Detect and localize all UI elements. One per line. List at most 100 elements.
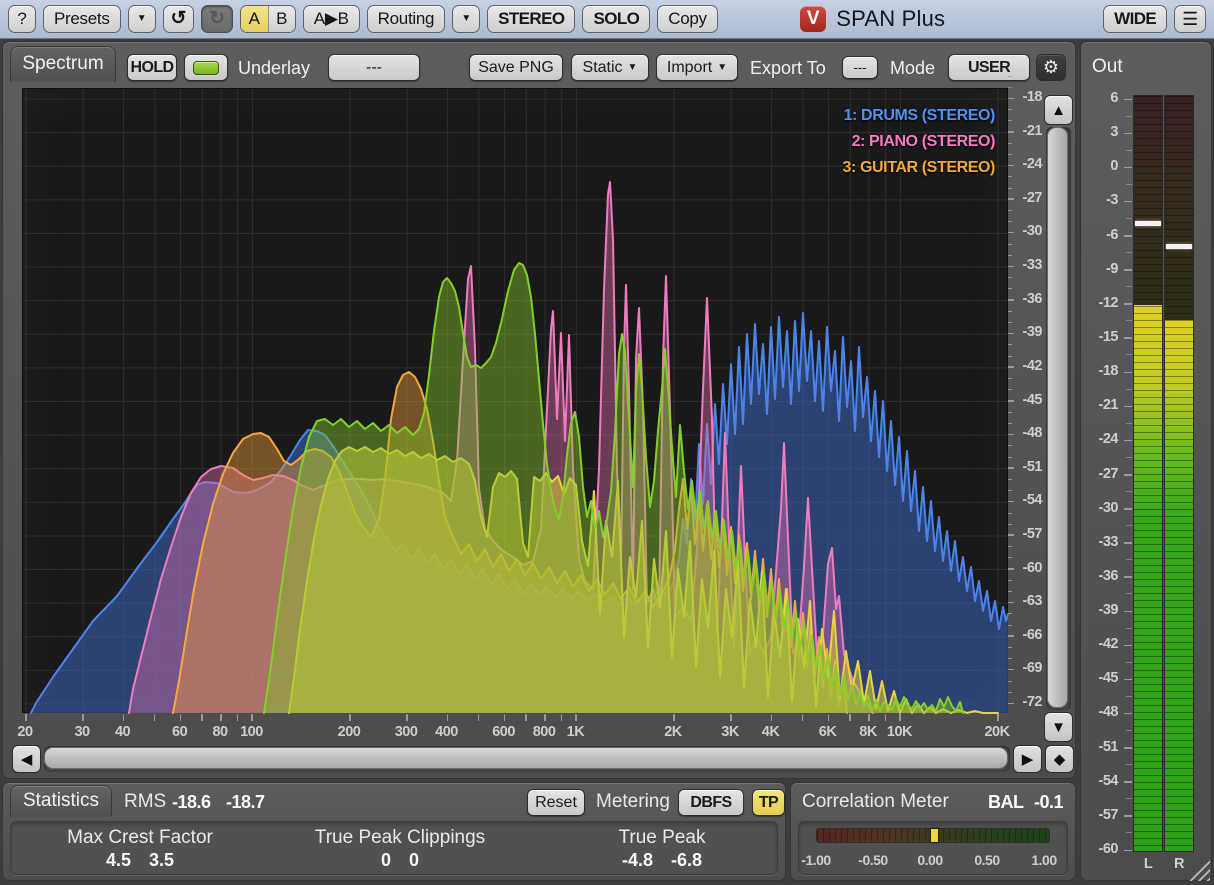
- underlay-value-button[interactable]: ---: [328, 54, 420, 81]
- routing-dropdown-icon[interactable]: ▼: [452, 5, 480, 33]
- meter-minor-tick: [1126, 457, 1132, 458]
- meter-tick: [1124, 850, 1132, 852]
- save-png-button[interactable]: Save PNG: [469, 54, 563, 81]
- db-tick: [1008, 568, 1014, 570]
- db-tick: [1008, 602, 1014, 604]
- tab-spectrum[interactable]: Spectrum: [10, 46, 116, 82]
- meter-right-label: R: [1164, 856, 1194, 872]
- dbfs-button[interactable]: DBFS: [678, 789, 744, 816]
- mode-value-button[interactable]: USER: [948, 54, 1030, 81]
- db-scale: -18-21-24-27-30-33-36-39-42-45-48-51-54-…: [1008, 88, 1044, 714]
- freq-label: 30: [62, 724, 102, 740]
- meter-tick: [1124, 99, 1132, 101]
- vertical-scroll-thumb[interactable]: [1047, 127, 1068, 708]
- menu-icon[interactable]: ☰: [1174, 5, 1206, 33]
- gear-icon[interactable]: ⚙: [1036, 54, 1066, 81]
- db-minor-tick: [1008, 524, 1012, 525]
- rms-label: RMS: [124, 791, 166, 813]
- freq-label: 400: [427, 724, 467, 740]
- meter-segments: [1134, 96, 1162, 851]
- underlay-led-icon: [193, 61, 219, 75]
- freq-label: 6K: [808, 724, 848, 740]
- freq-tick: [802, 714, 804, 721]
- meter-tick: [1124, 235, 1132, 237]
- db-label: -36: [1016, 291, 1042, 307]
- spectrum-plot[interactable]: 1: DRUMS (STEREO)2: PIANO (STEREO)3: GUI…: [22, 88, 1008, 713]
- freq-tick: [730, 714, 732, 721]
- wide-button[interactable]: WIDE: [1103, 5, 1167, 33]
- tab-statistics[interactable]: Statistics: [10, 785, 112, 817]
- scroll-up-button[interactable]: ▲: [1044, 95, 1073, 125]
- db-label: -42: [1016, 358, 1042, 374]
- meter-tick: [1124, 611, 1132, 613]
- zoom-reset-button[interactable]: ◆: [1045, 745, 1074, 773]
- copy-button[interactable]: Copy: [657, 5, 718, 33]
- a-to-b-button[interactable]: A▶B: [303, 5, 360, 33]
- tp-button[interactable]: TP: [752, 789, 785, 816]
- freq-label: 100: [231, 724, 271, 740]
- db-minor-tick: [1008, 244, 1012, 245]
- scroll-down-button[interactable]: ▼: [1044, 712, 1073, 742]
- presets-dropdown-icon[interactable]: ▼: [128, 5, 156, 33]
- db-minor-tick: [1008, 389, 1012, 390]
- scroll-right-button[interactable]: ▶: [1013, 745, 1042, 773]
- meter-minor-tick: [1126, 184, 1132, 185]
- rms-value-right: -18.7: [226, 792, 265, 813]
- meter-tick: [1124, 269, 1132, 271]
- correlation-scale-label: -1.00: [792, 852, 840, 868]
- presets-button[interactable]: Presets: [43, 5, 121, 33]
- metering-label: Metering: [596, 791, 670, 813]
- underlay-led-button[interactable]: [184, 54, 228, 81]
- freq-label: 4K: [751, 724, 791, 740]
- stereo-button[interactable]: STEREO: [487, 5, 575, 33]
- help-button[interactable]: ?: [8, 5, 36, 33]
- freq-label: 300: [386, 724, 426, 740]
- horizontal-scroll-thumb[interactable]: [44, 747, 1008, 769]
- meter-minor-tick: [1126, 764, 1132, 765]
- solo-button[interactable]: SOLO: [582, 5, 650, 33]
- tab-out[interactable]: Out: [1092, 56, 1123, 78]
- stat-values-2: -4.8-6.8: [532, 850, 792, 871]
- frequency-axis: 20304060801002003004006008001K2K3K4K6K8K…: [0, 713, 1040, 743]
- scroll-left-button[interactable]: ◀: [12, 745, 41, 773]
- meter-minor-tick: [1126, 696, 1132, 697]
- out-meter-bar-right: [1164, 95, 1194, 852]
- meter-scale-label: -30: [1080, 500, 1118, 516]
- db-minor-tick: [1008, 154, 1012, 155]
- out-meter-scale: 630-3-6-9-12-15-18-21-24-27-30-33-36-39-…: [1080, 88, 1134, 868]
- hold-button[interactable]: HOLD: [127, 54, 177, 81]
- import-label: Import: [667, 59, 712, 77]
- meter-tick: [1124, 167, 1132, 169]
- db-minor-tick: [1008, 356, 1012, 357]
- rms-value-left: -18.6: [172, 792, 211, 813]
- meter-minor-tick: [1126, 423, 1132, 424]
- db-tick: [1008, 98, 1014, 100]
- correlation-scale: -1.00-0.500.000.501.00: [798, 850, 1068, 872]
- db-label: -45: [1016, 392, 1042, 408]
- mode-label: Mode: [890, 58, 935, 79]
- ab-a-button[interactable]: A: [241, 6, 268, 32]
- underlay-label: Underlay: [238, 58, 310, 79]
- db-minor-tick: [1008, 188, 1012, 189]
- stat-values-0: 4.53.5: [10, 850, 270, 871]
- freq-tick: [544, 714, 546, 721]
- static-dropdown[interactable]: Static ▼: [571, 54, 649, 81]
- meter-minor-tick: [1126, 320, 1132, 321]
- meter-scale-label: -51: [1080, 739, 1118, 755]
- freq-label: 20K: [977, 724, 1017, 740]
- undo-icon[interactable]: ↺: [163, 5, 195, 33]
- import-dropdown[interactable]: Import ▼: [656, 54, 738, 81]
- redo-icon[interactable]: ↻: [201, 5, 233, 33]
- meter-tick: [1124, 679, 1132, 681]
- freq-tick: [406, 714, 408, 721]
- horizontal-scrollbar[interactable]: [44, 746, 1010, 772]
- meter-tick: [1124, 508, 1132, 510]
- routing-button[interactable]: Routing: [367, 5, 446, 33]
- meter-tick: [1124, 542, 1132, 544]
- freq-label: 2K: [653, 724, 693, 740]
- reset-button[interactable]: Reset: [527, 789, 585, 816]
- vertical-scrollbar[interactable]: [1046, 127, 1071, 710]
- db-minor-tick: [1008, 412, 1012, 413]
- export-to-value-button[interactable]: ---: [842, 56, 878, 79]
- ab-b-button[interactable]: B: [268, 6, 295, 32]
